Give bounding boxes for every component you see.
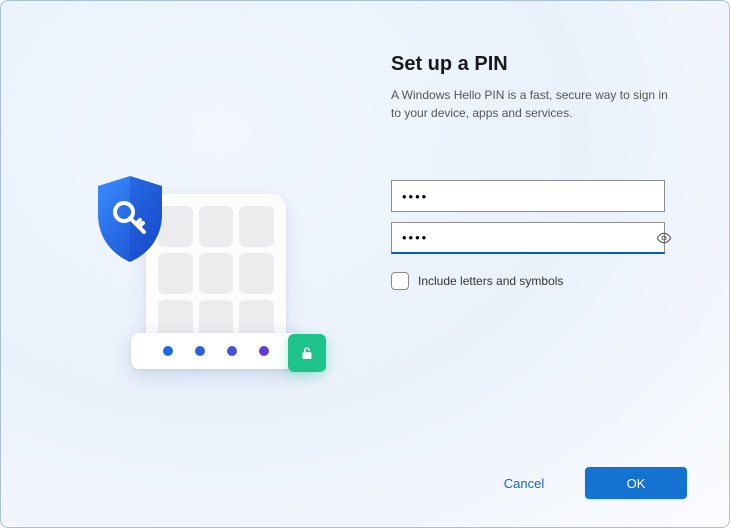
unlock-icon bbox=[288, 334, 326, 372]
include-symbols-label: Include letters and symbols bbox=[418, 274, 563, 288]
page-title: Set up a PIN bbox=[391, 53, 681, 76]
include-symbols-row: Include letters and symbols bbox=[391, 272, 681, 290]
eye-icon bbox=[656, 230, 672, 246]
include-symbols-checkbox[interactable] bbox=[391, 272, 409, 290]
cancel-button[interactable]: Cancel bbox=[473, 467, 575, 499]
pin-dots-strip bbox=[131, 333, 301, 369]
form-pane: Set up a PIN A Windows Hello PIN is a fa… bbox=[391, 1, 729, 527]
illustration-pane bbox=[1, 1, 391, 527]
page-subtitle: A Windows Hello PIN is a fast, secure wa… bbox=[391, 86, 681, 122]
new-pin-input[interactable] bbox=[391, 180, 665, 212]
dialog-footer: Cancel OK bbox=[473, 467, 687, 499]
new-pin-row bbox=[391, 180, 681, 212]
confirm-pin-input[interactable] bbox=[391, 222, 665, 254]
pin-illustration bbox=[86, 174, 306, 374]
confirm-pin-row bbox=[391, 222, 681, 254]
shield-key-icon bbox=[88, 172, 172, 266]
pin-setup-dialog: Set up a PIN A Windows Hello PIN is a fa… bbox=[0, 0, 730, 528]
ok-button[interactable]: OK bbox=[585, 467, 687, 499]
reveal-pin-button[interactable] bbox=[653, 227, 675, 249]
